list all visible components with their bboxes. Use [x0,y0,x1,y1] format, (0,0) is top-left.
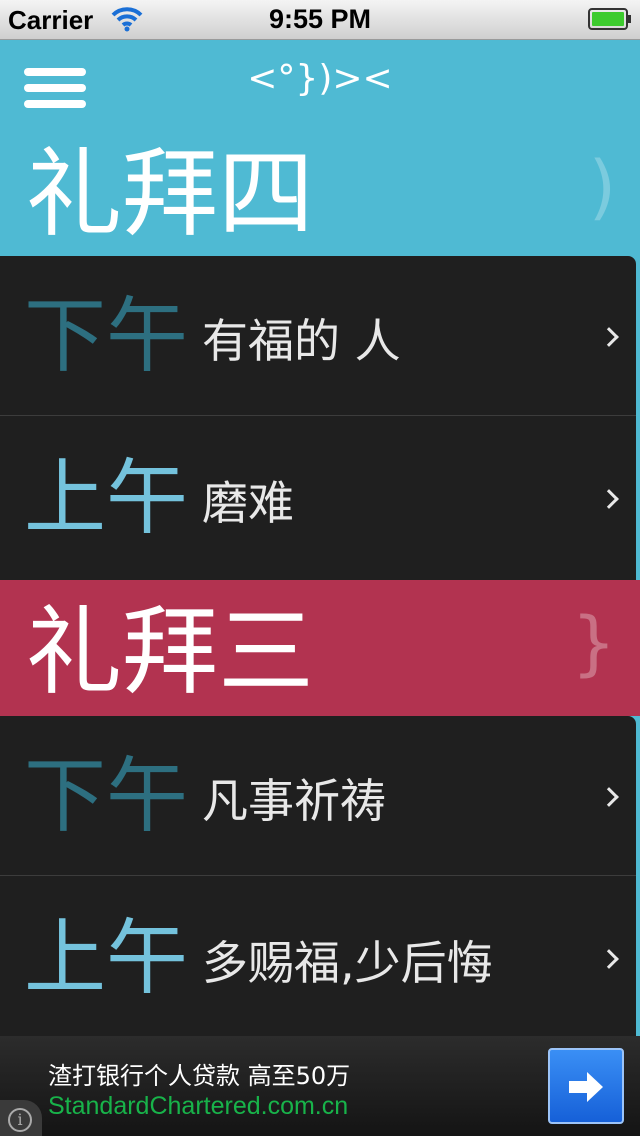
sermon-title: 磨难 [202,476,294,530]
period-label: 下午 [24,749,189,844]
sermon-row[interactable]: 下午 凡事祈祷 [0,716,636,876]
arrow-right-icon [569,1072,603,1102]
day-header-thursday: 礼拜四 ) [0,132,640,256]
ad-banner[interactable]: 渣打银行个人贷款 高至50万 StandardChartered.com.cn … [0,1036,640,1136]
decorative-brace: ) [588,146,616,228]
ad-title: 渣打银行个人贷款 高至50万 [48,1062,351,1090]
chevron-right-icon [599,489,619,509]
day-title: 礼拜四 [26,138,314,250]
clock: 9:55 PM [268,4,372,34]
app-logo: <°})>< [247,58,393,99]
chevron-right-icon [599,787,619,807]
day-header-wednesday: 礼拜三 } [0,580,640,716]
sermon-list-wednesday: 下午 凡事祈祷 上午 多赐福,少后悔 [0,716,636,1036]
info-icon[interactable]: i [0,1100,42,1136]
nav-bar: <°})>< [0,40,640,132]
sermon-title: 凡事祈祷 [202,774,386,828]
chevron-right-icon [599,327,619,347]
chevron-right-icon [599,949,619,969]
ad-open-button[interactable] [548,1048,624,1124]
status-bar: Carrier 9:55 PM [0,0,640,40]
sermon-list-thursday: 下午 有福的 人 上午 磨难 [0,256,636,580]
day-title: 礼拜三 [26,596,314,708]
sermon-row[interactable]: 上午 多赐福,少后悔 [0,878,636,1038]
sermon-title: 多赐福,少后悔 [202,936,493,990]
period-label: 上午 [24,911,189,1006]
sermon-row[interactable]: 下午 有福的 人 [0,256,636,416]
ad-link[interactable]: StandardChartered.com.cn [48,1092,348,1121]
sermon-title: 有福的 人 [202,314,401,368]
period-label: 上午 [24,451,189,546]
decorative-brace: } [571,602,616,684]
sermon-row[interactable]: 上午 磨难 [0,418,636,578]
battery-icon [588,8,631,30]
period-label: 下午 [24,289,189,384]
